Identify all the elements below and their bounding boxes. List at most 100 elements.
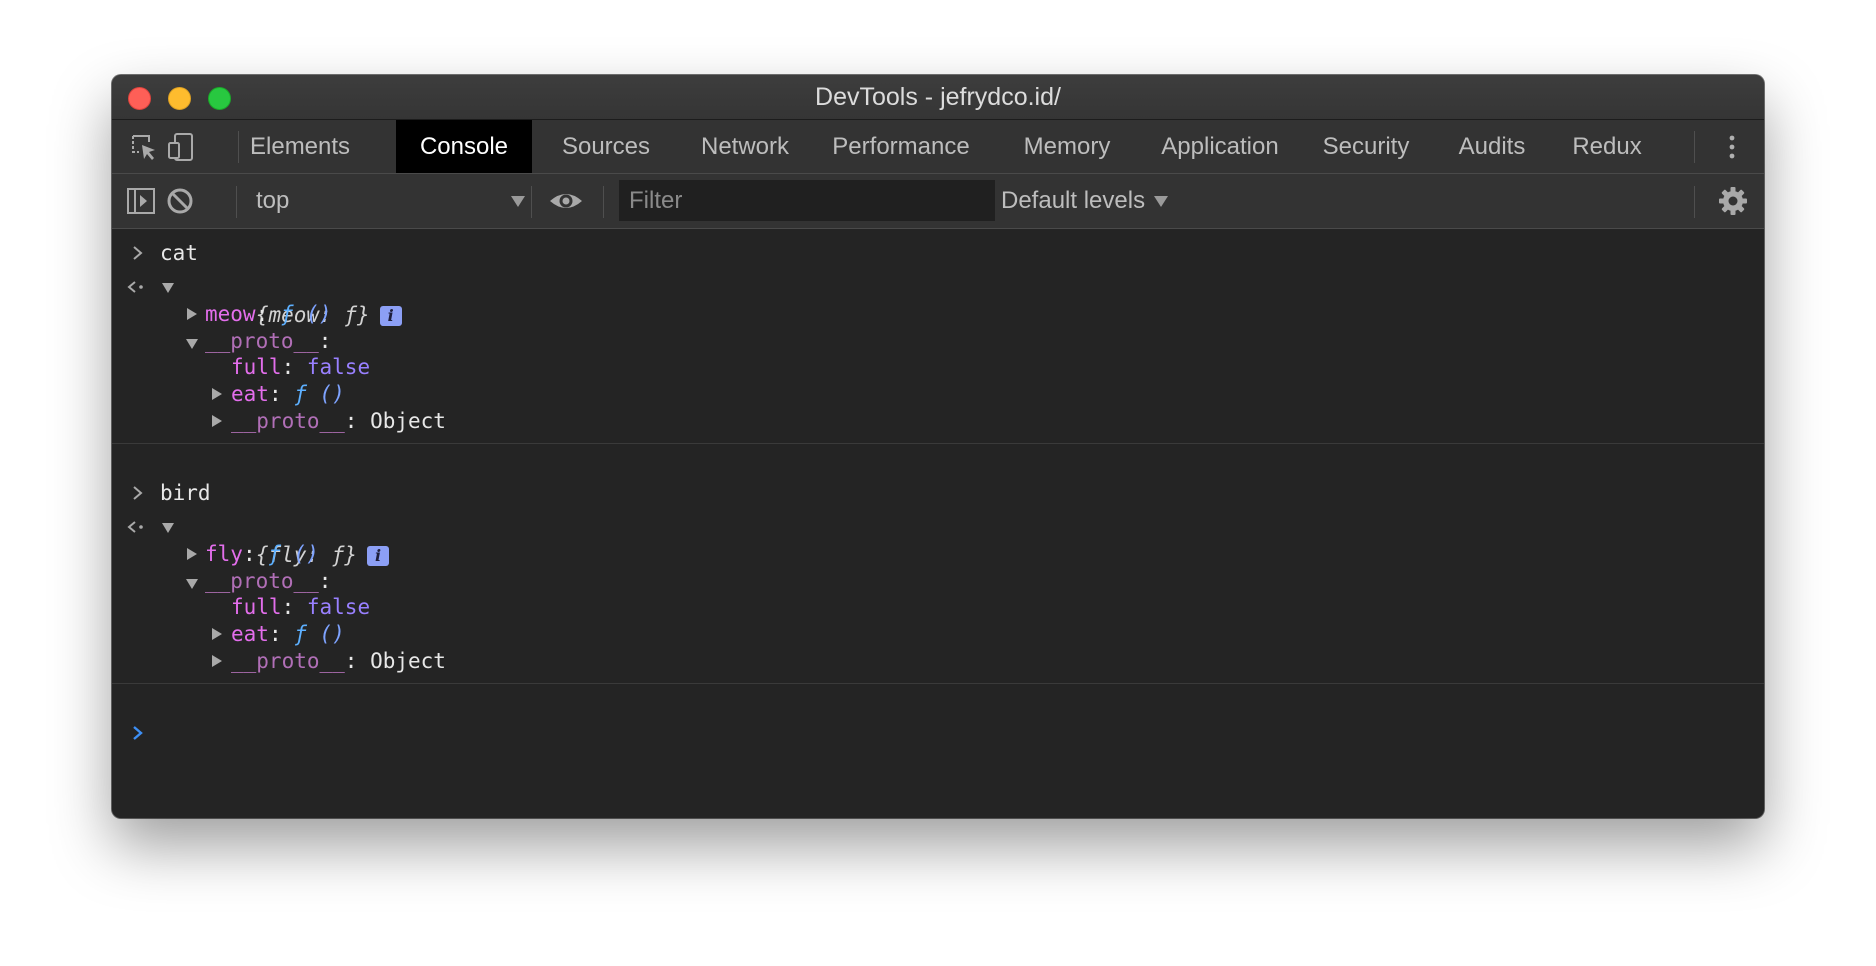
expand-triangle-icon[interactable] (187, 308, 197, 320)
clear-console-icon[interactable] (165, 186, 195, 216)
chevron-down-icon (1154, 196, 1169, 208)
expand-triangle-icon[interactable] (212, 628, 222, 640)
toolbar-divider (1694, 186, 1695, 218)
active-prompt-icon (133, 726, 143, 740)
proto-key: __proto__ (205, 329, 319, 353)
expand-triangle-icon[interactable] (212, 415, 222, 427)
property-row[interactable]: __proto__: Object (231, 647, 446, 675)
devtools-window: DevTools - jefrydco.id/ Elements Console… (112, 75, 1764, 818)
object-value: Object (370, 649, 446, 673)
collapse-triangle-icon[interactable] (162, 523, 174, 533)
tab-sources[interactable]: Sources (553, 120, 659, 173)
boolean-value: false (306, 355, 371, 379)
tab-audits[interactable]: Audits (1444, 120, 1540, 173)
property-key: full (231, 595, 282, 619)
tab-elements[interactable]: Elements (250, 120, 350, 173)
collapse-triangle-icon[interactable] (186, 339, 198, 349)
proto-key: __proto__ (231, 409, 345, 433)
show-sidebar-icon[interactable] (126, 186, 156, 216)
inspect-element-icon[interactable] (129, 132, 159, 162)
property-row[interactable]: meow: ƒ () (205, 300, 331, 328)
log-levels-dropdown[interactable]: Default levels (1001, 184, 1169, 218)
info-badge-icon[interactable]: i (379, 306, 402, 326)
property-row[interactable]: __proto__: Object (231, 407, 446, 435)
expand-triangle-icon[interactable] (212, 655, 222, 667)
property-key: fly (205, 542, 243, 566)
function-params: () (306, 622, 345, 646)
console-toolbar: top Default levels (112, 174, 1764, 229)
toolbar-divider (236, 186, 237, 218)
collapse-triangle-icon[interactable] (186, 579, 198, 589)
tab-security[interactable]: Security (1310, 120, 1422, 173)
eye-icon[interactable] (549, 186, 583, 216)
property-separator: : (344, 409, 371, 433)
property-row[interactable]: eat: ƒ () (231, 620, 345, 648)
proto-key: __proto__ (205, 569, 319, 593)
proto-row[interactable]: __proto__: (205, 327, 331, 355)
tab-application[interactable]: Application (1152, 120, 1288, 173)
property-row: full: false (231, 353, 370, 381)
property-separator: : (268, 622, 295, 646)
property-separator: : (318, 569, 332, 593)
panel-tab-bar: Elements Console Sources Network Perform… (112, 120, 1764, 174)
info-badge-icon[interactable]: i (367, 546, 390, 566)
toolbar-divider (603, 186, 604, 218)
function-keyword: ƒ (294, 622, 307, 646)
function-params: () (293, 302, 332, 326)
property-key: eat (231, 382, 269, 406)
proto-row[interactable]: __proto__: (205, 567, 331, 595)
expand-triangle-icon[interactable] (212, 388, 222, 400)
context-selector[interactable]: top (255, 184, 525, 218)
object-preview[interactable]: {fly: ƒ} i (180, 513, 390, 567)
chevron-down-icon (511, 196, 525, 207)
input-prompt-icon (133, 486, 143, 500)
function-params: () (280, 542, 319, 566)
property-separator: : (281, 355, 307, 379)
tab-network[interactable]: Network (692, 120, 798, 173)
property-separator: : (344, 649, 371, 673)
expand-triangle-icon[interactable] (187, 548, 197, 560)
property-separator: : (268, 382, 295, 406)
property-separator: : (242, 542, 269, 566)
console-input-text: bird (160, 481, 211, 505)
property-key: meow (205, 302, 256, 326)
tab-divider (238, 131, 239, 163)
console-output[interactable]: cat {meow: ƒ} i meow: ƒ () __proto__: ful… (112, 229, 1764, 818)
entry-divider (112, 443, 1764, 444)
toolbar-divider (531, 186, 532, 218)
filter-input[interactable] (619, 180, 995, 221)
input-prompt-icon (133, 246, 143, 260)
result-arrow-icon (127, 281, 143, 293)
property-row: full: false (231, 593, 370, 621)
device-toolbar-icon[interactable] (166, 132, 196, 162)
property-key: full (231, 355, 282, 379)
property-separator: : (255, 302, 281, 326)
function-keyword: ƒ (280, 302, 294, 326)
window-title: DevTools - jefrydco.id/ (815, 83, 1061, 111)
proto-key: __proto__ (231, 649, 345, 673)
function-keyword: ƒ (268, 542, 281, 566)
function-params: () (306, 382, 345, 406)
title-bar: DevTools - jefrydco.id/ (112, 75, 1764, 120)
property-separator: : (281, 595, 307, 619)
property-row[interactable]: eat: ƒ () (231, 380, 345, 408)
result-arrow-icon (127, 521, 143, 533)
context-selector-value: top (256, 187, 290, 214)
entry-divider (112, 683, 1764, 684)
tab-performance[interactable]: Performance (823, 120, 979, 173)
tab-memory[interactable]: Memory (1002, 120, 1132, 173)
more-options-icon[interactable] (1717, 132, 1747, 162)
property-key: eat (231, 622, 269, 646)
function-keyword: ƒ (294, 382, 307, 406)
boolean-value: false (306, 595, 371, 619)
console-input-text: cat (160, 241, 198, 265)
tab-redux[interactable]: Redux (1562, 120, 1652, 173)
object-preview[interactable]: {meow: ƒ} i (180, 273, 402, 327)
gear-icon[interactable] (1718, 186, 1748, 216)
tab-console[interactable]: Console (396, 120, 532, 173)
property-row[interactable]: fly: ƒ () (205, 540, 319, 568)
tab-divider (1694, 131, 1695, 163)
collapse-triangle-icon[interactable] (162, 283, 174, 293)
console-prompt-input[interactable] (160, 719, 1740, 747)
property-separator: : (318, 329, 332, 353)
